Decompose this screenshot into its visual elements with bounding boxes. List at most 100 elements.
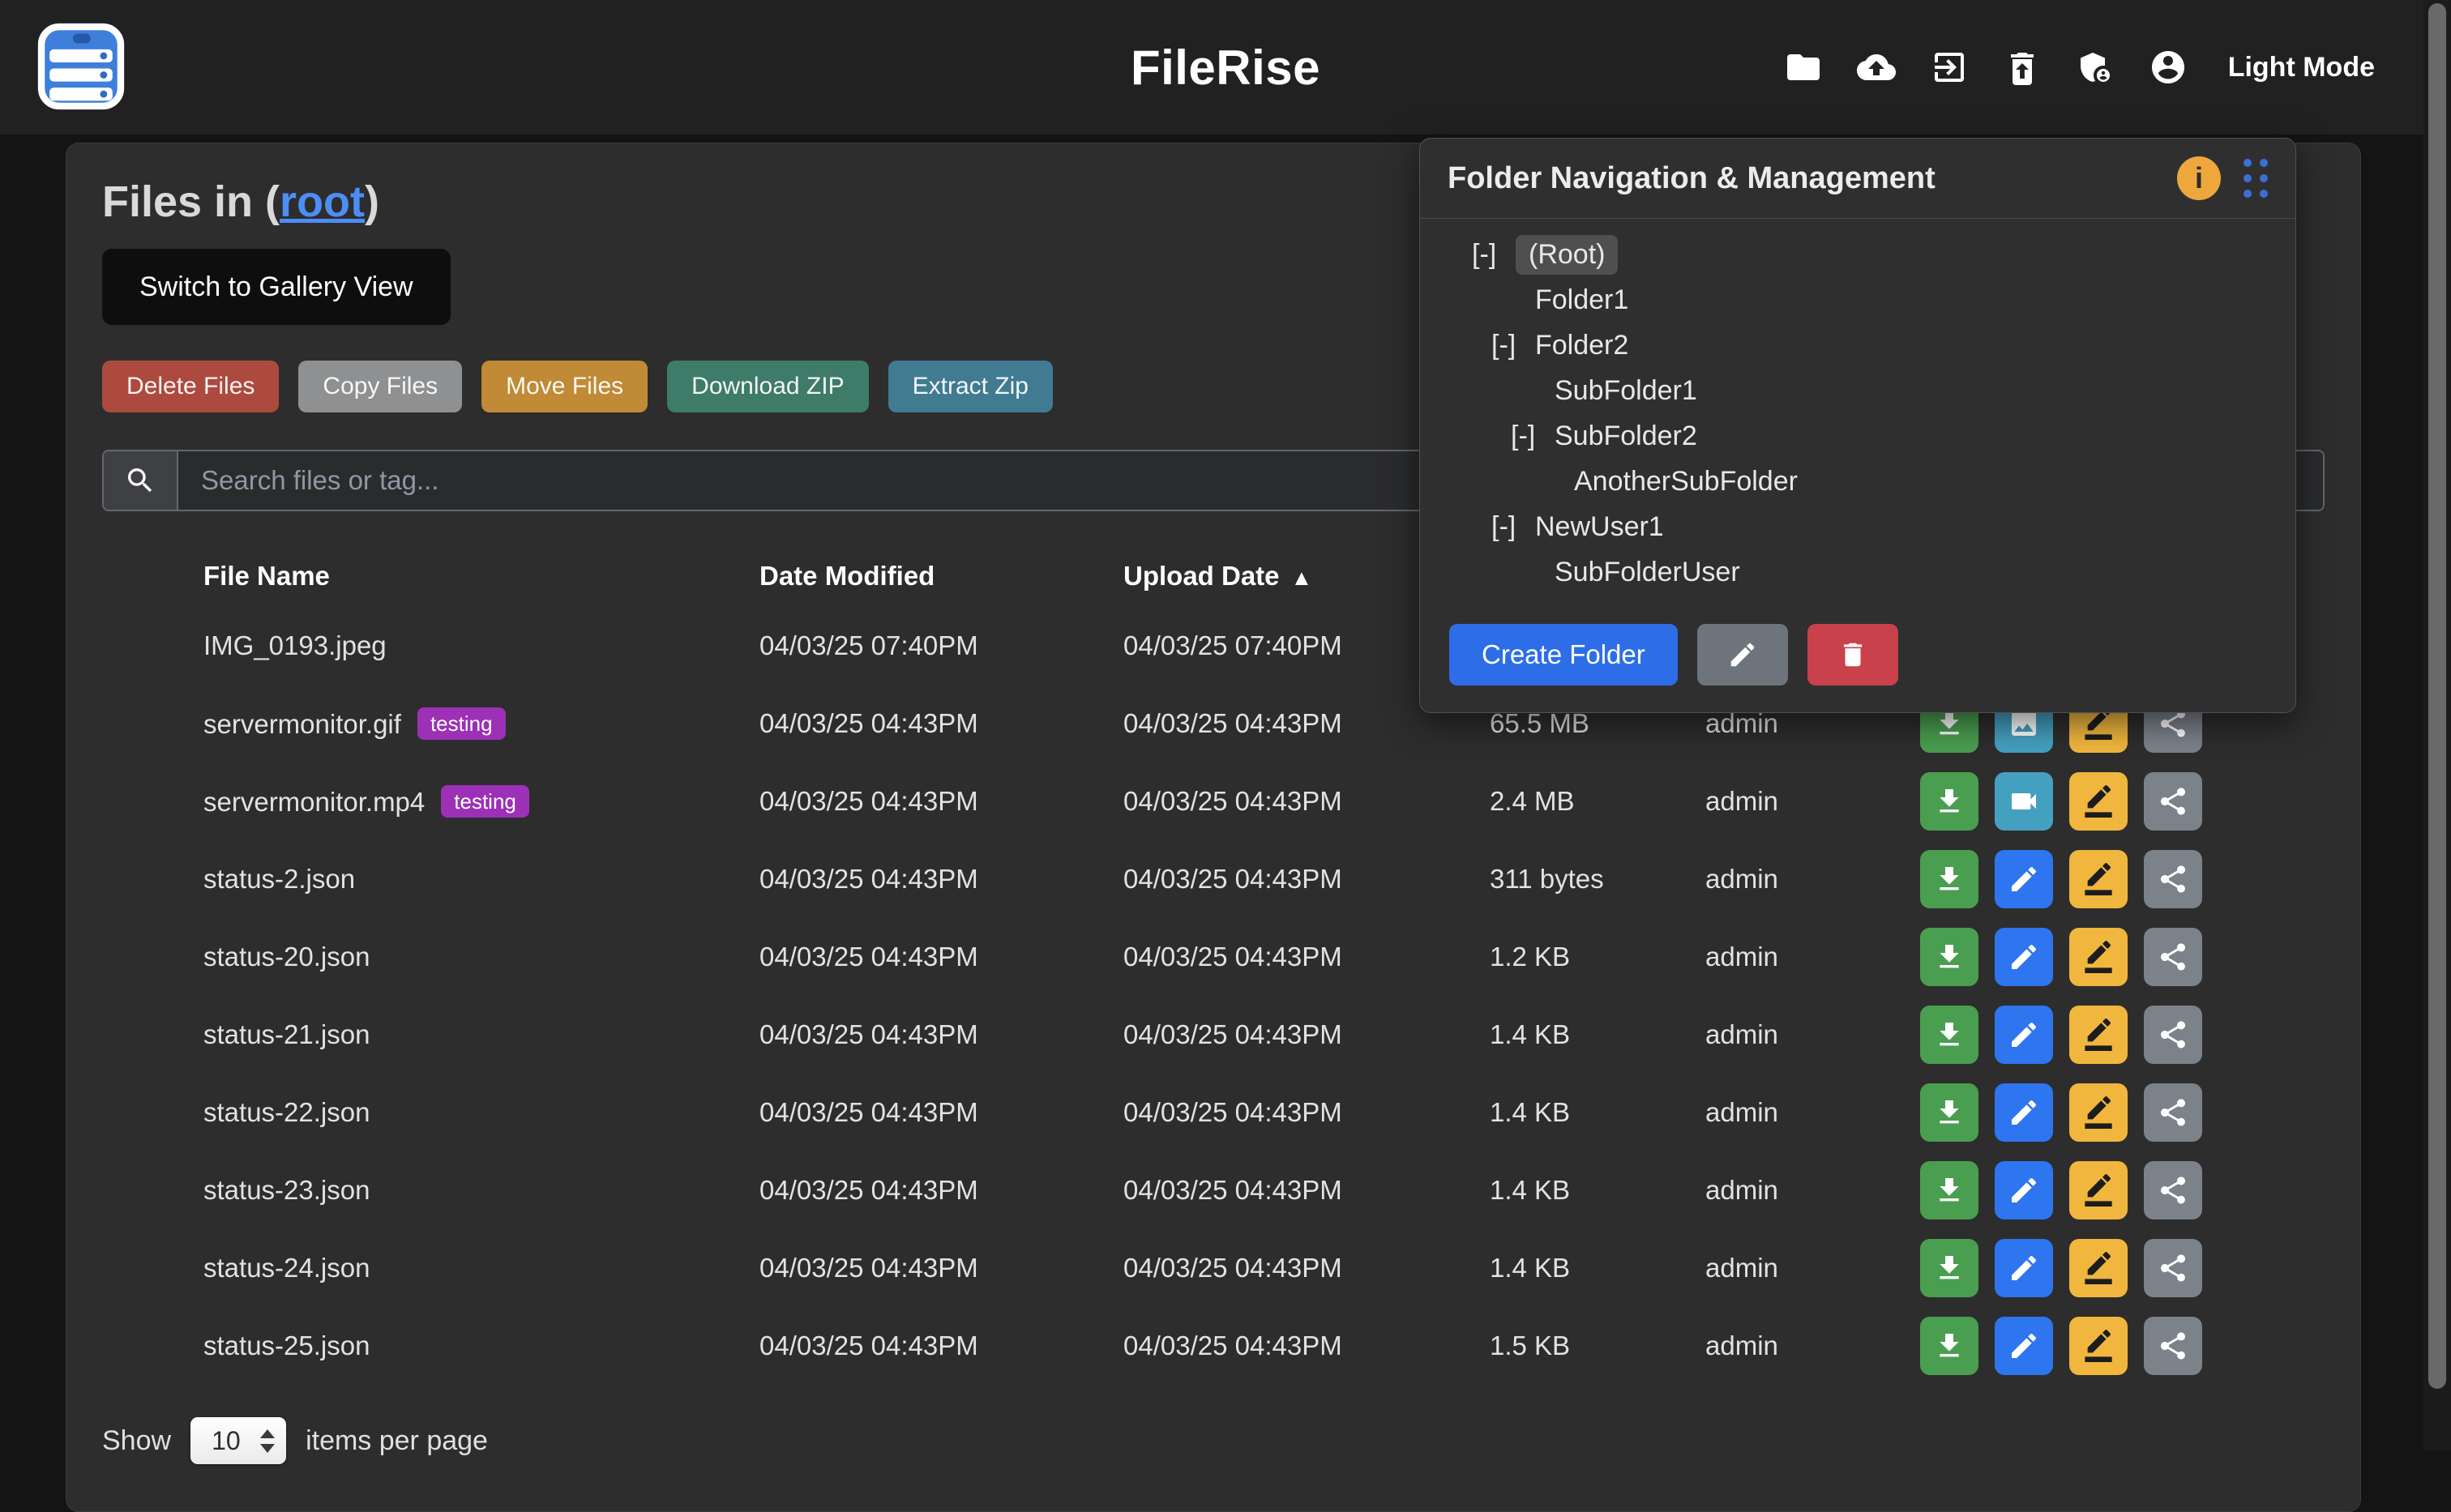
file-name[interactable]: status-22.json <box>203 1097 370 1127</box>
download-button[interactable] <box>1920 928 1978 986</box>
download-button[interactable] <box>1920 850 1978 908</box>
download-button[interactable] <box>1920 1317 1978 1375</box>
sort-ascending-icon: ▲ <box>1291 566 1313 590</box>
folder-icon[interactable] <box>1784 48 1823 87</box>
restore-trash-icon[interactable] <box>2003 48 2042 87</box>
edit-file-button[interactable] <box>1995 1083 2053 1142</box>
download-button[interactable] <box>1920 772 1978 831</box>
rename-file-button[interactable] <box>2069 928 2128 986</box>
folder-tree-label[interactable]: SubFolder2 <box>1555 421 1697 452</box>
file-name[interactable]: servermonitor.gif <box>203 709 401 739</box>
tree-collapse-toggle[interactable]: [-] <box>1472 239 1516 271</box>
drag-handle-icon[interactable] <box>2244 159 2268 198</box>
folder-tree-label[interactable]: NewUser1 <box>1535 511 1664 543</box>
items-per-page-label: items per page <box>306 1425 488 1457</box>
upload-date-cell: 04/03/25 04:43PM <box>1123 1019 1490 1050</box>
file-size-cell: 1.5 KB <box>1490 1330 1705 1361</box>
items-per-page-select[interactable]: 10 <box>190 1417 286 1464</box>
extract-files-button[interactable]: Extract Zip <box>888 361 1053 412</box>
share-file-button[interactable] <box>2144 1161 2202 1219</box>
folder-tree-label[interactable]: SubFolderUser <box>1555 557 1740 588</box>
edit-file-button[interactable] <box>1995 850 2053 908</box>
row-actions <box>1920 1161 2325 1219</box>
cloud-upload-icon[interactable] <box>1857 48 1896 87</box>
file-size-cell: 1.4 KB <box>1490 1253 1705 1283</box>
share-file-button[interactable] <box>2144 1006 2202 1064</box>
row-actions <box>1920 1239 2325 1297</box>
table-row: status-22.json04/03/25 04:43PM04/03/25 0… <box>102 1074 2325 1151</box>
download-button[interactable] <box>1920 1239 1978 1297</box>
tree-collapse-toggle[interactable]: [-] <box>1491 511 1535 543</box>
upload-date-cell: 04/03/25 04:43PM <box>1123 864 1490 895</box>
top-bar: FileRise Light Mode <box>0 0 2451 135</box>
upload-date-cell: 04/03/25 04:43PM <box>1123 1253 1490 1283</box>
rename-file-button[interactable] <box>2069 1083 2128 1142</box>
scrollbar-thumb[interactable] <box>2428 3 2446 1389</box>
edit-file-button[interactable] <box>1995 1006 2053 1064</box>
edit-file-button[interactable] <box>1995 928 2053 986</box>
folder-tree-label[interactable]: Folder1 <box>1535 284 1628 316</box>
account-circle-icon[interactable] <box>2149 48 2188 87</box>
tree-collapse-toggle[interactable]: [-] <box>1491 330 1535 361</box>
move-files-button[interactable]: Move Files <box>481 361 648 412</box>
column-header-file-name[interactable]: File Name <box>203 561 759 592</box>
file-name[interactable]: IMG_0193.jpeg <box>203 630 387 660</box>
download-button[interactable] <box>1920 1083 1978 1142</box>
row-actions <box>1920 928 2325 986</box>
copy-files-button[interactable]: Copy Files <box>298 361 462 412</box>
file-name[interactable]: status-23.json <box>203 1175 370 1205</box>
edit-file-button[interactable] <box>1995 1317 2053 1375</box>
tree-collapse-toggle[interactable]: [-] <box>1511 421 1555 452</box>
zip-files-button[interactable]: Download ZIP <box>667 361 868 412</box>
rename-file-button[interactable] <box>2069 1161 2128 1219</box>
file-name[interactable]: status-24.json <box>203 1253 370 1283</box>
edit-file-button[interactable] <box>1995 1161 2053 1219</box>
file-name-cell: status-24.json <box>203 1253 759 1283</box>
rename-file-button[interactable] <box>2069 1317 2128 1375</box>
date-modified-cell: 04/03/25 04:43PM <box>759 1253 1123 1283</box>
rename-file-button[interactable] <box>2069 772 2128 831</box>
folder-tree-label[interactable]: (Root) <box>1516 235 1618 275</box>
root-folder-link[interactable]: root <box>280 177 365 226</box>
rename-file-button[interactable] <box>2069 1239 2128 1297</box>
rename-folder-button[interactable] <box>1697 624 1788 686</box>
admin-users-icon[interactable] <box>2076 48 2115 87</box>
file-name[interactable]: status-25.json <box>203 1330 370 1360</box>
folder-tree-label[interactable]: Folder2 <box>1535 330 1628 361</box>
share-file-button[interactable] <box>2144 850 2202 908</box>
share-file-button[interactable] <box>2144 928 2202 986</box>
table-row: status-20.json04/03/25 04:43PM04/03/25 0… <box>102 918 2325 996</box>
folder-tree-item: AnotherSubFolder <box>1420 459 2295 504</box>
header-checkbox-cell <box>102 561 203 592</box>
column-header-date-modified[interactable]: Date Modified <box>759 561 1123 592</box>
edit-file-button[interactable] <box>1995 1239 2053 1297</box>
folder-tree-label[interactable]: AnotherSubFolder <box>1574 466 1798 498</box>
share-file-button[interactable] <box>2144 772 2202 831</box>
create-folder-button[interactable]: Create Folder <box>1449 624 1678 686</box>
share-file-button[interactable] <box>2144 1239 2202 1297</box>
folder-tree-item: [-]Folder2 <box>1420 322 2295 368</box>
folder-tree-label[interactable]: SubFolder1 <box>1555 375 1697 407</box>
file-name[interactable]: status-2.json <box>203 864 355 894</box>
topbar-actions: Light Mode <box>1784 0 2375 135</box>
logout-icon[interactable] <box>1930 48 1969 87</box>
file-name[interactable]: status-21.json <box>203 1019 370 1049</box>
file-name[interactable]: status-20.json <box>203 942 370 972</box>
info-icon[interactable]: i <box>2177 156 2221 200</box>
folder-tree-item: [-]SubFolder2 <box>1420 413 2295 459</box>
uploader-cell: admin <box>1705 1175 1920 1206</box>
delete-folder-button[interactable] <box>1807 624 1898 686</box>
date-modified-cell: 04/03/25 04:43PM <box>759 864 1123 895</box>
download-button[interactable] <box>1920 1161 1978 1219</box>
row-checkbox-cell <box>102 1097 203 1128</box>
switch-gallery-view-button[interactable]: Switch to Gallery View <box>102 249 451 325</box>
download-button[interactable] <box>1920 1006 1978 1064</box>
preview-video-button[interactable] <box>1995 772 2053 831</box>
rename-file-button[interactable] <box>2069 1006 2128 1064</box>
share-file-button[interactable] <box>2144 1317 2202 1375</box>
delete-files-button[interactable]: Delete Files <box>102 361 279 412</box>
rename-file-button[interactable] <box>2069 850 2128 908</box>
light-mode-toggle[interactable]: Light Mode <box>2228 52 2375 83</box>
share-file-button[interactable] <box>2144 1083 2202 1142</box>
file-name[interactable]: servermonitor.mp4 <box>203 787 425 817</box>
